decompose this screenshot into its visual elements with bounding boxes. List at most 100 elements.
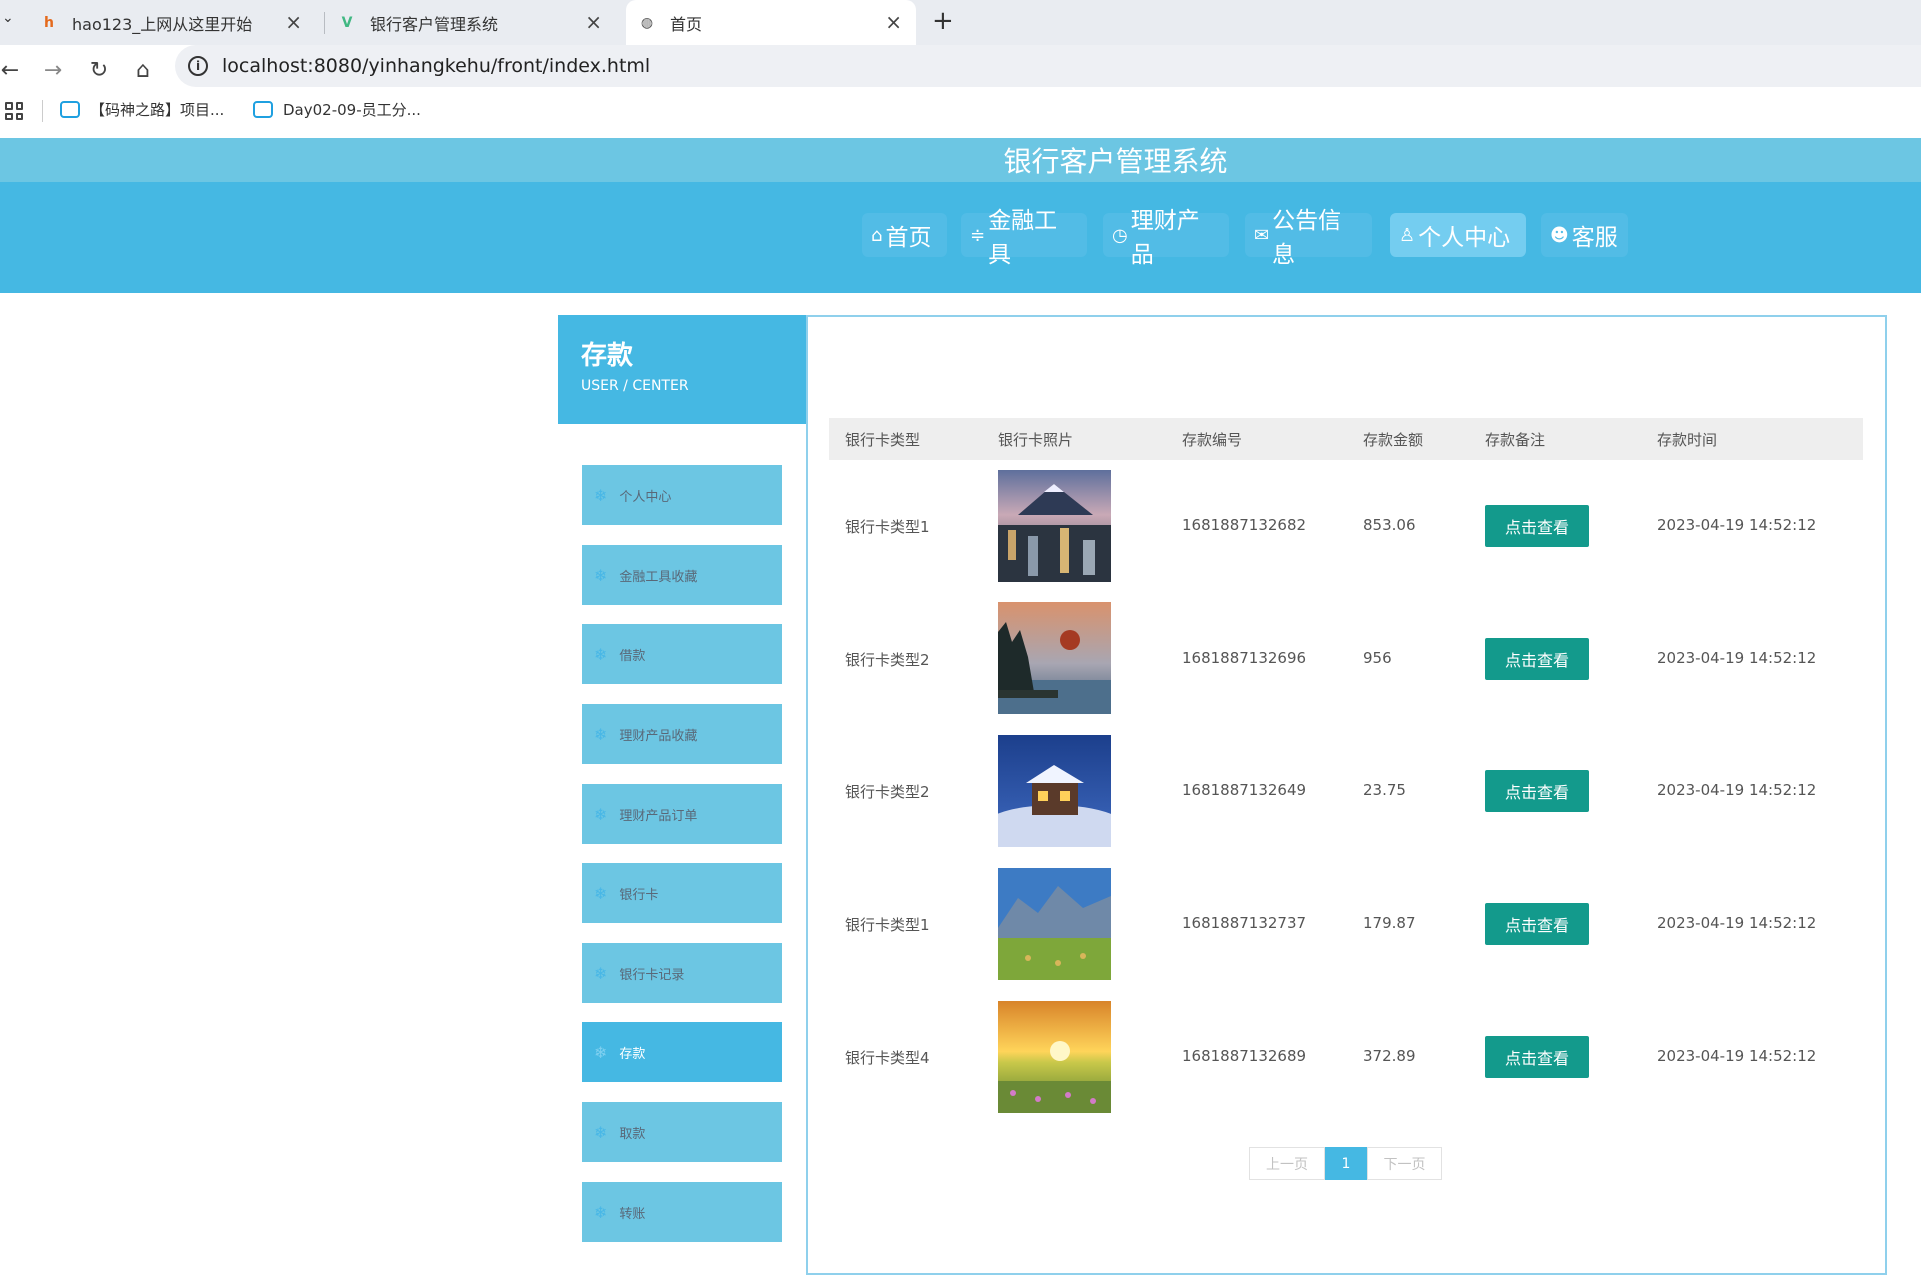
cell-deposit-number: 1681887132696 (1182, 649, 1307, 667)
snowflake-icon: ❄ (594, 1042, 608, 1062)
prev-page-button[interactable]: 上一页 (1249, 1147, 1325, 1180)
tab-search-chevron-icon[interactable]: ⌄ (2, 10, 14, 26)
browser-tab-home[interactable]: ◍ 首页 × (626, 0, 916, 45)
sidebar-item-bank-card[interactable]: ❄ 银行卡 (582, 863, 782, 923)
sidebar-item-label: 借款 (619, 648, 646, 664)
cell-deposit-time: 2023-04-19 14:52:12 (1657, 914, 1817, 932)
column-header: 存款时间 (1657, 431, 1718, 449)
column-header: 存款备注 (1485, 431, 1546, 449)
cell-deposit-amount: 956 (1363, 649, 1392, 667)
snowflake-icon: ❄ (594, 565, 608, 585)
sidebar-title: 存款 (581, 341, 634, 371)
bilibili-icon (60, 100, 80, 118)
column-header: 银行卡照片 (998, 431, 1074, 449)
vue-logo-icon: V (341, 14, 353, 31)
tab-divider (324, 12, 325, 34)
browser-tab-bar: ⌄ h hao123_上网从这里开始 × V 银行客户管理系统 × ◍ 首页 ×… (0, 0, 1921, 45)
cell-deposit-amount: 179.87 (1363, 914, 1416, 932)
sidebar-item-card-records[interactable]: ❄ 银行卡记录 (582, 943, 782, 1003)
browser-tab-bank-system[interactable]: V 银行客户管理系统 × (336, 0, 616, 45)
sidebar-item-product-favorites[interactable]: ❄ 理财产品收藏 (582, 704, 782, 764)
sliders-icon: ≑ (970, 224, 986, 246)
sidebar-item-product-orders[interactable]: ❄ 理财产品订单 (582, 784, 782, 844)
snowflake-icon: ❄ (594, 644, 608, 664)
site-title: 银行客户管理系统 (1003, 145, 1228, 178)
next-page-button[interactable]: 下一页 (1367, 1147, 1442, 1180)
city-mountain-photo (998, 470, 1111, 582)
nav-label: 首页 (885, 225, 932, 251)
close-icon[interactable]: × (585, 10, 602, 34)
address-bar[interactable]: i localhost:8080/yinhangkehu/front/index… (175, 45, 1921, 87)
nav-home[interactable]: ⌂ 首页 (862, 213, 947, 257)
browser-toolbar: ← → ↻ ⌂ i localhost:8080/yinhangkehu/fro… (0, 45, 1921, 133)
tab-title: 银行客户管理系统 (370, 14, 499, 34)
globe-icon: ◍ (640, 14, 654, 31)
sidebar-item-withdraw[interactable]: ❄ 取款 (582, 1102, 782, 1162)
sidebar-item-tool-favorites[interactable]: ❄ 金融工具收藏 (582, 545, 782, 605)
view-details-button[interactable]: 点击查看 (1485, 638, 1589, 680)
nav-personal-center[interactable]: ♙ 个人中心 (1390, 213, 1526, 257)
snow-cabin-photo (998, 735, 1111, 847)
browser-tab-hao123[interactable]: h hao123_上网从这里开始 × (38, 0, 316, 45)
cell-deposit-number: 1681887132689 (1182, 1047, 1307, 1065)
sidebar-item-loan[interactable]: ❄ 借款 (582, 624, 782, 684)
view-details-button[interactable]: 点击查看 (1485, 505, 1589, 547)
sidebar-item-label: 存款 (619, 1046, 646, 1062)
sidebar-item-label: 理财产品订单 (619, 808, 698, 824)
sidebar-item-label: 银行卡 (619, 887, 659, 903)
nav-customer-service[interactable]: ☻ 客服 (1541, 213, 1628, 257)
view-details-button[interactable]: 点击查看 (1485, 1036, 1589, 1078)
cell-deposit-time: 2023-04-19 14:52:12 (1657, 781, 1817, 799)
nav-announcements[interactable]: ✉ 公告信息 (1245, 208, 1372, 268)
view-details-button[interactable]: 点击查看 (1485, 770, 1589, 812)
cell-deposit-number: 1681887132649 (1182, 781, 1307, 799)
card-photo (998, 470, 1111, 582)
bilibili-icon (253, 100, 273, 118)
cell-deposit-amount: 853.06 (1363, 516, 1416, 534)
forward-arrow-icon[interactable]: → (38, 55, 68, 85)
pagination: 上一页 1 下一页 (1249, 1147, 1442, 1180)
sidebar-item-label: 取款 (619, 1126, 646, 1142)
tab-title: 首页 (670, 14, 703, 34)
back-arrow-icon[interactable]: ← (0, 55, 25, 85)
home-icon: ⌂ (871, 224, 883, 246)
card-photo (998, 1001, 1111, 1113)
snowflake-icon: ❄ (594, 724, 608, 744)
tab-title: hao123_上网从这里开始 (72, 14, 253, 34)
close-icon[interactable]: × (885, 10, 902, 34)
view-details-button[interactable]: 点击查看 (1485, 903, 1589, 945)
site-info-icon[interactable]: i (188, 56, 208, 76)
cell-deposit-time: 2023-04-19 14:52:12 (1657, 516, 1817, 534)
nav-wealth-products[interactable]: ◷ 理财产品 (1103, 208, 1229, 268)
column-header: 存款金额 (1363, 431, 1424, 449)
sidebar-item-personal-center[interactable]: ❄ 个人中心 (582, 465, 782, 525)
cell-card-type: 银行卡类型1 (845, 916, 930, 934)
cell-card-type: 银行卡类型4 (845, 1049, 930, 1067)
snowflake-icon: ❄ (594, 804, 608, 824)
cell-card-type: 银行卡类型2 (845, 783, 930, 801)
lake-moon-photo (998, 602, 1111, 714)
sidebar-item-deposit[interactable]: ❄ 存款 (582, 1022, 782, 1082)
home-icon[interactable]: ⌂ (128, 55, 158, 85)
sidebar-item-label: 理财产品收藏 (619, 728, 698, 744)
sidebar-item-label: 银行卡记录 (619, 967, 685, 983)
card-photo (998, 735, 1111, 847)
url-text[interactable]: localhost:8080/yinhangkehu/front/index.h… (222, 55, 650, 77)
bookmark-item[interactable]: Day02-09-员工分... (253, 98, 421, 120)
new-tab-plus-icon[interactable]: + (932, 6, 954, 36)
cell-deposit-time: 2023-04-19 14:52:12 (1657, 1047, 1817, 1065)
cell-card-type: 银行卡类型2 (845, 651, 930, 669)
snowflake-icon: ❄ (594, 1202, 608, 1222)
page-number-button[interactable]: 1 (1325, 1147, 1367, 1180)
close-icon[interactable]: × (285, 10, 302, 34)
bookmark-item[interactable]: 【码神之路】项目... (60, 98, 224, 120)
sidebar-item-transfer[interactable]: ❄ 转账 (582, 1182, 782, 1242)
nav-financial-tools[interactable]: ≑ 金融工具 (961, 208, 1087, 268)
reload-icon[interactable]: ↻ (84, 55, 114, 85)
cell-card-type: 银行卡类型1 (845, 518, 930, 536)
cell-deposit-time: 2023-04-19 14:52:12 (1657, 649, 1817, 667)
apps-grid-icon[interactable] (5, 102, 23, 120)
sidebar-item-label: 个人中心 (619, 489, 672, 505)
sunset-flowers-photo (998, 1001, 1111, 1113)
nav-label: 个人中心 (1418, 225, 1511, 251)
